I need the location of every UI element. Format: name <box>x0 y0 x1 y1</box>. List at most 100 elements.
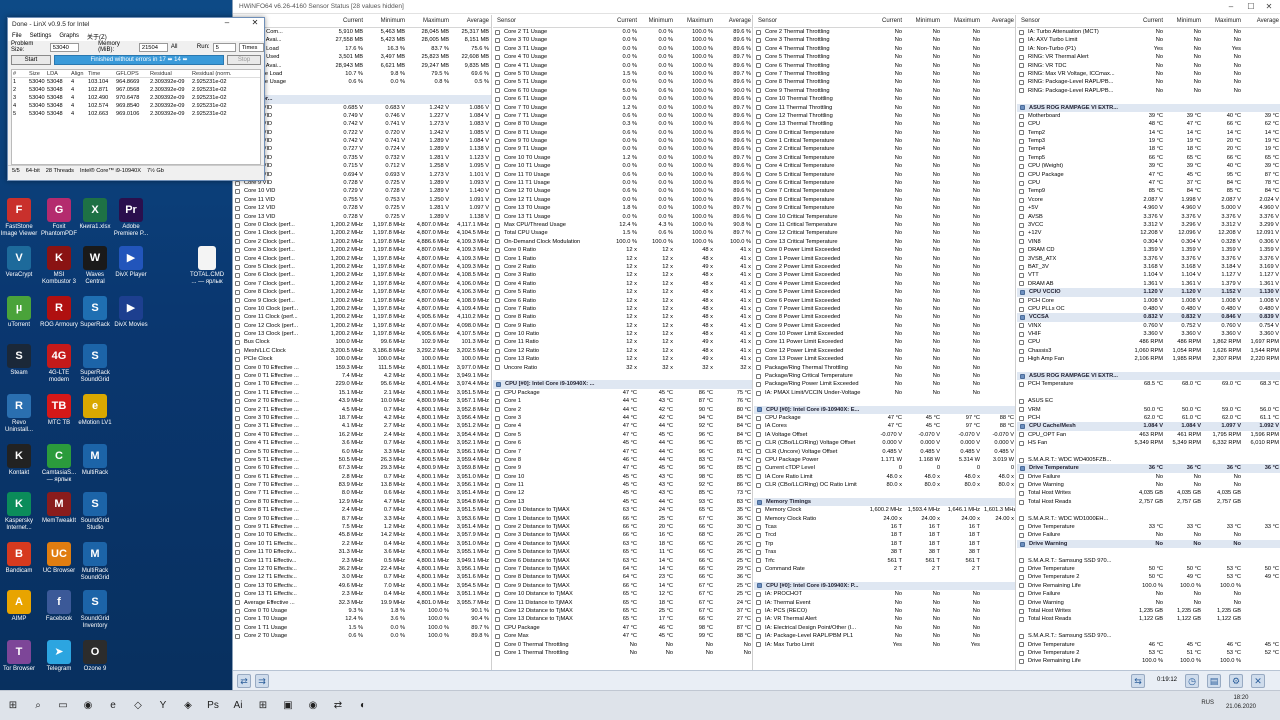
sensor-group-header[interactable]: Intel Cor... <box>233 95 491 104</box>
sensor-row[interactable]: Core 4 47 °C 44 °C 92 °C 84 °C <box>493 422 752 430</box>
sensor-row[interactable]: AVSB 3.376 V 3.376 V 3.376 V 3.376 V <box>1017 213 1280 221</box>
taskbar-app-icon[interactable]: ⇄ <box>326 694 350 718</box>
sensor-group-header[interactable]: ASUS ROG RAMPAGE VI EXTR... <box>1017 103 1280 112</box>
desktop-icon[interactable]: R ROG Armoury <box>40 296 78 329</box>
close-icon[interactable]: ✕ <box>248 18 262 27</box>
sensor-row[interactable]: Core 0 Critical Temperature No No No <box>754 129 1015 137</box>
sensor-row[interactable]: Core 1 Thermal Throttling No No No No <box>493 649 752 657</box>
sensor-row[interactable]: Core 4 T1 Usage 0.0 % 0.0 % 100.0 % 89.6 % <box>493 62 752 70</box>
sensor-row[interactable]: On-Demand Clock Modulation 100.0 % 100.0 %… <box>493 238 752 246</box>
sensor-row[interactable]: Core 5 Power Limit Exceeded No No No <box>754 288 1015 296</box>
sensor-row[interactable]: S.M.A.R.T.: WDC WD4005FZB... <box>1017 456 1280 464</box>
sensor-row[interactable]: Core 12 Distance to TjMAX 65 °C 25 °C 67 °C… <box>493 607 752 615</box>
sensor-row[interactable]: S.M.A.R.T.: WDC WD1000EH... <box>1017 515 1280 523</box>
sensor-row[interactable]: Drive Temperature 2 53 °C 51 °C 53 °C 52 °C <box>1017 649 1280 657</box>
taskbar-app-icon[interactable]: e <box>101 694 125 718</box>
sensor-row[interactable]: Core 1 T1 Usage 1.5 % 0.0 % 100.0 % 89.7 % <box>233 624 491 632</box>
maximize-icon[interactable]: ☐ <box>1242 0 1260 14</box>
sensor-row[interactable]: Core 10 T1 Effectiv... 2.2 MHz 0.4 MHz 4,80… <box>233 540 491 548</box>
col-sensor[interactable]: Sensor <box>493 18 601 24</box>
results-row[interactable]: 5 53040 53048 4 102.663 969.0106 2.309392e-09 2… <box>12 110 260 118</box>
sensor-row[interactable]: Bus Clock 100.0 MHz 99.6 MHz 102.9 MHz 101.3… <box>233 338 491 346</box>
sensor-row[interactable]: Core 6 VID0.735 V0.732 V1.281 V1.123 V <box>233 154 491 162</box>
col-sensor[interactable]: Sensor <box>1017 18 1127 24</box>
times-select[interactable]: Times <box>238 42 264 52</box>
desktop-icon[interactable]: O Ozone 9 <box>76 640 114 673</box>
sensor-row[interactable]: Core 7 Ratio 12 x 12 x 48 x 41 x <box>493 305 752 313</box>
sensor-row[interactable]: Max CPU/Thread Usage 12.4 % 4.3 % 100.0 % 90… <box>493 221 752 229</box>
sensor-row[interactable]: Core 0 T0 Effective ... 159.3 MHz 111.5 MH… <box>233 364 491 372</box>
sensor-row[interactable]: Core 7 Distance to TjMAX 64 °C 14 °C 66 °C 2… <box>493 565 752 573</box>
sensor-row[interactable]: VHIF 3.360 V 3.360 V 3.360 V 3.360 V <box>1017 330 1280 338</box>
desktop-icon[interactable]: ▶ DivX Player <box>112 246 150 279</box>
minimize-icon[interactable]: – <box>220 18 234 27</box>
sensor-group-header[interactable]: CPU [#0]: Intel Core i9-10940X: ... <box>493 380 752 389</box>
sensor-row[interactable]: Chassis3 1,060 RPM 1,054 RPM 1,626 RPM 1,544… <box>1017 347 1280 355</box>
sensor-row[interactable]: Core 8 Distance to TjMAX 64 °C 23 °C 66 °C 3… <box>493 573 752 581</box>
desktop-icon[interactable]: S Steam <box>0 344 38 377</box>
sensor-row[interactable]: Core 12 VID 0.728 V 0.725 V 1.281 V 1.097 V <box>233 204 491 212</box>
menu-file[interactable]: File <box>12 33 22 39</box>
sensor-row[interactable]: Core 11 Ratio 12 x 12 x 49 x 41 x <box>493 338 752 346</box>
sensor-row[interactable]: CPU Package 47 °C 45 °C 86 °C 75 °C <box>493 389 752 397</box>
sensor-row[interactable]: Core 5 Critical Temperature No No No <box>754 171 1015 179</box>
taskbar-app-icon[interactable]: ◉ <box>76 694 100 718</box>
sensor-row[interactable] <box>493 372 752 380</box>
desktop-icon[interactable]: µ uTorrent <box>0 296 38 329</box>
sensor-row[interactable] <box>233 87 491 95</box>
taskbar-app-icon[interactable]: ◉ <box>301 694 325 718</box>
desktop-icon[interactable]: TOTAL.CMD ... — ярлык <box>188 246 226 286</box>
desktop-icon[interactable]: X Книга1.xlsx <box>76 198 114 231</box>
desktop-icon[interactable]: f Facebook <box>40 590 78 623</box>
sensor-row[interactable]: CLR (CBo/LLC/Ring) Voltage Offset 0.000 V… <box>754 439 1015 447</box>
desktop-icon[interactable]: K Kaspersky Internet... <box>0 492 38 532</box>
desktop-icon[interactable]: K MSI Kombustor 3 <box>40 246 78 286</box>
results-column-header[interactable]: Align <box>70 70 87 77</box>
sensor-row[interactable]: Core 1 Power Limit Exceeded No No No <box>754 255 1015 263</box>
sensor-row[interactable]: Core 5 T0 Effective ... 6.0 MHz 3.3 MHz 4,8… <box>233 448 491 456</box>
sensor-row[interactable]: Core 1 T0 Effective ... 229.0 MHz 95.6 MHz… <box>233 380 491 388</box>
desktop-icon[interactable]: 4G 4G-LTE modem <box>40 344 78 384</box>
taskbar-app-icon[interactable]: ▣ <box>276 694 300 718</box>
sensor-row[interactable]: Core 5 Thermal Throttling No No No <box>754 53 1015 61</box>
col-maximum[interactable]: Maximum <box>942 18 982 24</box>
desktop-icon[interactable]: K Kontakt <box>0 444 38 477</box>
network-icon[interactable]: ⇆ <box>1131 674 1145 688</box>
sensor-row[interactable]: Core 8 Clock (perf... 1,200.2 MHz 1,197.8 … <box>233 288 491 296</box>
settings-icon[interactable]: ⚙ <box>1229 674 1243 688</box>
sensor-row[interactable]: Total Host Writes 4,035 GB 4,035 GB 4,035 G… <box>1017 489 1280 497</box>
desktop-icon[interactable]: UC UC Browser <box>40 542 78 575</box>
sensor-row[interactable]: Core 9 Critical Temperature No No No <box>754 204 1015 212</box>
sensor-group-header[interactable]: Drive Warning No No No <box>1017 539 1280 549</box>
sensor-row[interactable]: Core 13 Clock (perf... 1,200.2 MHz 1,197.8… <box>233 330 491 338</box>
sensor-row[interactable]: VRM 50.0 °C 50.0 °C 59.0 °C 56.0 °C <box>1017 406 1280 414</box>
results-column-header[interactable]: Residual (norm.) <box>191 70 231 77</box>
sensor-row[interactable]: Core 6 Distance to TjMAX 63 °C 14 °C 66 °C 2… <box>493 557 752 565</box>
sensor-row[interactable]: Page File Load10.7 %9.8 %79.5 %69.6 % <box>233 70 491 78</box>
sensor-row[interactable]: RING: VR Thermal Alert No No No <box>1017 53 1280 61</box>
sensor-row[interactable]: Motherboard 39 °C 39 °C 40 °C 39 °C <box>1017 112 1280 120</box>
problem-size-field[interactable]: 53040 <box>49 42 79 52</box>
sensor-row[interactable]: Drive Warning No No No <box>1017 481 1280 489</box>
sensor-row[interactable]: Core 7 VID0.715 V0.712 V1.258 V1.095 V <box>233 162 491 170</box>
col-average[interactable]: Average <box>1243 18 1280 24</box>
col-average[interactable]: Average <box>715 18 752 24</box>
sensor-row[interactable]: Core 4 T0 Effective ... 16.2 MHz 2.4 MHz 4,… <box>233 431 491 439</box>
sensor-row[interactable]: CPU Package 47 °C 45 °C 95 °C 87 °C <box>1017 171 1280 179</box>
desktop-icon[interactable]: B Bandicam <box>0 542 38 575</box>
sensor-row[interactable]: Core 0 Clock (perf... 1,200.2 MHz 1,197.8 … <box>233 221 491 229</box>
system-clock[interactable]: 18:20 21.06.2020 <box>1226 694 1256 712</box>
sensor-row[interactable]: CPU Package Power 1.171 W 1.168 W 5.314 W 3.… <box>754 456 1015 464</box>
sensor-row[interactable]: Trp 18 T 18 T 18 T <box>754 540 1015 548</box>
sensor-row[interactable]: Core 8 T1 Usage 0.6 % 0.0 % 100.0 % 89.6 % <box>493 129 752 137</box>
run-field[interactable]: 5 <box>212 42 236 52</box>
sensor-row[interactable]: Core 10 Thermal Throttling No No No <box>754 95 1015 103</box>
sensor-row[interactable]: Drive Temperature 33 °C 33 °C 33 °C 33 °C <box>1017 523 1280 531</box>
sensor-row[interactable]: Core 8 Thermal Throttling No No No <box>754 78 1015 86</box>
sensor-row[interactable]: Core 13 T1 Effectiv... 2.3 MHz 0.4 MHz 4,80… <box>233 590 491 598</box>
sensor-row[interactable]: Core 4 Clock (perf... 1,200.2 MHz 1,197.8 … <box>233 255 491 263</box>
sensor-row[interactable]: Drive Failure No No No <box>1017 473 1280 481</box>
sensor-row[interactable]: Core 2 VID0.742 V0.741 V1.273 V1.083 V <box>233 120 491 128</box>
sensor-row[interactable]: VIN8 0.304 V 0.304 V 0.328 V 0.306 V <box>1017 238 1280 246</box>
sensor-row[interactable]: RING: Package-Level RAPL/PB... No No No <box>1017 78 1280 86</box>
